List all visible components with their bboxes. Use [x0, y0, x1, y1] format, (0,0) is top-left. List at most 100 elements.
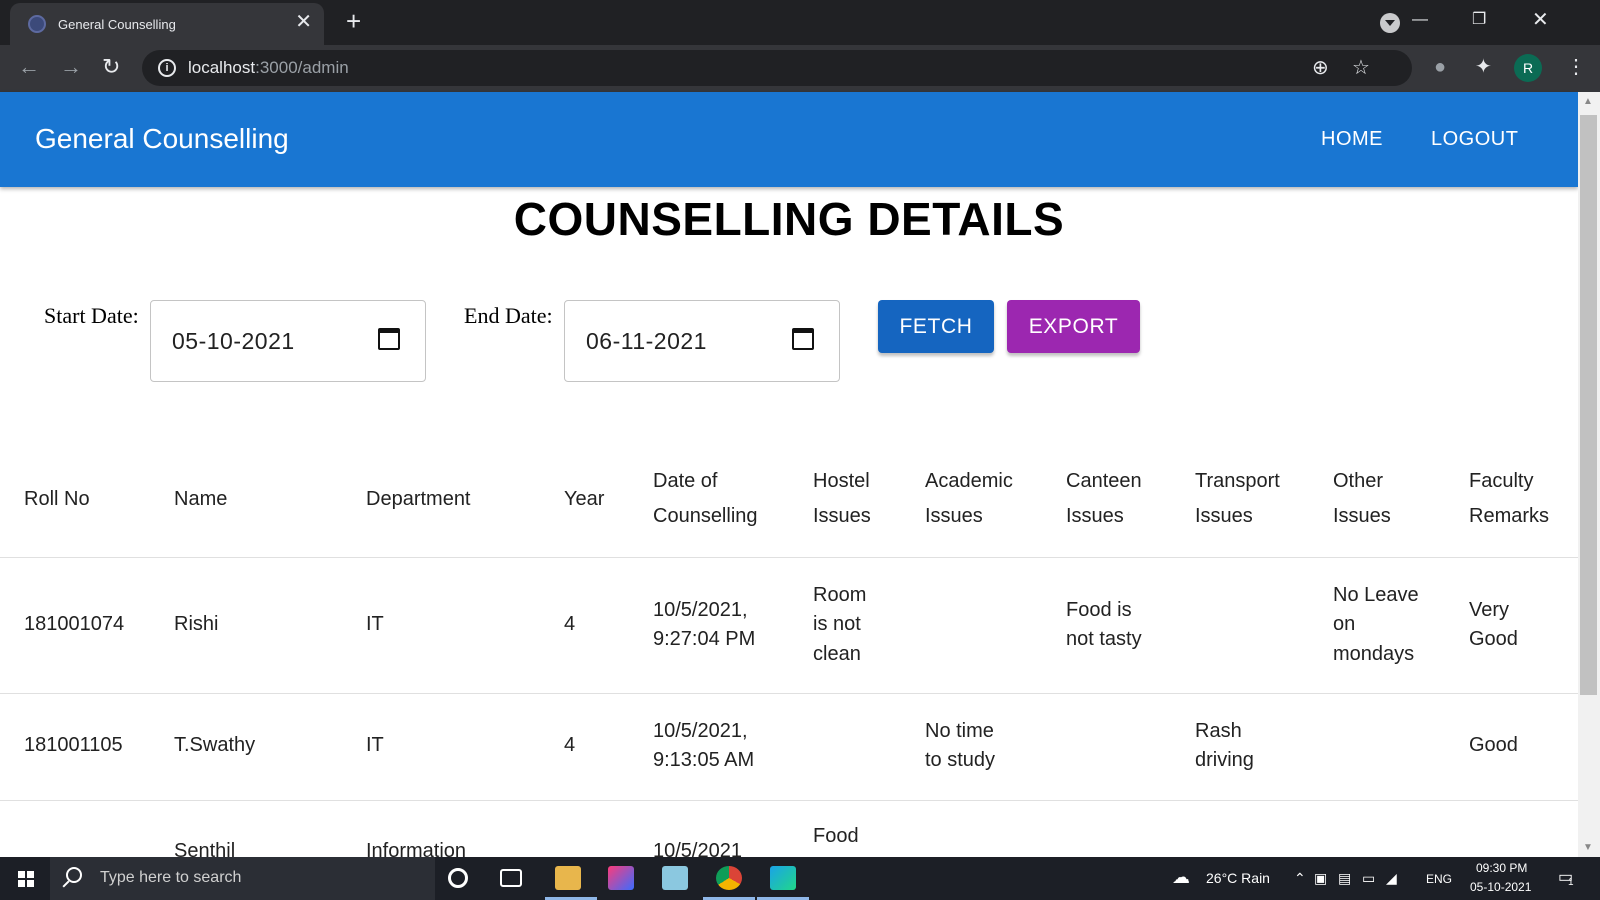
- nav-home-link[interactable]: HOME: [1321, 128, 1383, 151]
- cell-date-line1: 10/5/2021,: [653, 720, 748, 742]
- start-date-label: Start Date:: [44, 303, 139, 328]
- col-header-transport-line1: Transport: [1195, 470, 1280, 492]
- cell-transport-line1: Rash: [1195, 720, 1242, 742]
- notepad-icon[interactable]: [662, 866, 688, 890]
- app-bar: General Counselling HOME LOGOUT: [0, 92, 1578, 187]
- col-header-transport-line2: Issues: [1195, 505, 1253, 527]
- clock-date[interactable]: 05-10-2021: [1470, 880, 1531, 894]
- cell-name: Rishi: [174, 613, 219, 635]
- language-indicator[interactable]: ENG: [1426, 872, 1452, 886]
- zoom-icon[interactable]: ⊕: [1312, 57, 1329, 79]
- tray-wifi-icon[interactable]: ◢: [1386, 870, 1397, 887]
- weather-text[interactable]: 26°C Rain: [1206, 870, 1270, 886]
- taskbar-search[interactable]: Type here to search: [50, 857, 435, 900]
- window-close-icon[interactable]: ✕: [1532, 10, 1549, 30]
- col-header-canteen-line1: Canteen: [1066, 470, 1142, 492]
- table-divider: [0, 800, 1578, 801]
- cell-transport-line2: driving: [1195, 749, 1254, 771]
- profile-avatar[interactable]: R: [1514, 54, 1542, 82]
- puzzle-extensions-icon[interactable]: ✦: [1475, 56, 1492, 78]
- cell-department: IT: [366, 613, 384, 635]
- notification-count: 1: [1568, 877, 1574, 888]
- end-date-value: 06-11-2021: [586, 328, 707, 354]
- calendar-icon[interactable]: [792, 328, 814, 350]
- start-date-value: 05-10-2021: [172, 328, 295, 354]
- col-header-roll: Roll No: [24, 488, 90, 510]
- file-explorer-icon[interactable]: [555, 866, 581, 890]
- tab-favicon-icon: [28, 15, 46, 33]
- col-header-date-line1: Date of: [653, 470, 718, 492]
- tab-title: General Counselling: [58, 17, 176, 32]
- forward-arrow-icon[interactable]: →: [60, 55, 82, 79]
- windows-taskbar: Type here to search ☁ 26°C Rain ⌃ ▣ ▤ ▭ …: [0, 857, 1600, 900]
- cell-year: 4: [564, 734, 576, 756]
- cell-canteen-line2: not tasty: [1066, 628, 1142, 650]
- col-header-academic-line1: Academic: [925, 470, 1013, 492]
- cell-other-line1: No Leave: [1333, 584, 1419, 606]
- col-header-year: Year: [564, 488, 605, 510]
- back-arrow-icon[interactable]: ←: [18, 55, 40, 79]
- tray-battery-icon[interactable]: ▭: [1362, 870, 1375, 887]
- scroll-down-arrow-icon[interactable]: ▼: [1583, 842, 1593, 853]
- new-tab-button[interactable]: +: [346, 8, 361, 34]
- webstorm-icon[interactable]: [770, 866, 796, 890]
- tray-chevron-icon[interactable]: ⌃: [1294, 870, 1306, 887]
- fetch-button[interactable]: FETCH: [878, 300, 994, 353]
- minimize-icon[interactable]: —: [1412, 10, 1428, 30]
- windows-start-icon[interactable]: [18, 871, 34, 887]
- url-path: :3000/admin: [255, 58, 349, 77]
- end-date-label: End Date:: [464, 303, 553, 328]
- cell-hostel-line3: clean: [813, 643, 861, 665]
- weather-cloud-icon[interactable]: ☁: [1172, 867, 1190, 888]
- scroll-up-arrow-icon[interactable]: ▲: [1583, 96, 1593, 107]
- clock-time[interactable]: 09:30 PM: [1476, 861, 1527, 875]
- col-header-canteen-line2: Issues: [1066, 505, 1124, 527]
- calendar-icon[interactable]: [378, 328, 400, 350]
- page-title: COUNSELLING DETAILS: [513, 193, 1065, 245]
- col-header-hostel-line1: Hostel: [813, 470, 870, 492]
- cell-roll: 181001105: [24, 734, 123, 756]
- site-info-icon[interactable]: i: [158, 59, 176, 77]
- tab-search-dropdown-icon[interactable]: [1380, 13, 1400, 33]
- tray-network-icon[interactable]: ▤: [1338, 870, 1351, 887]
- task-view-icon[interactable]: [500, 869, 522, 887]
- col-header-remarks-line2: Remarks: [1469, 505, 1550, 527]
- scrollbar-thumb[interactable]: [1580, 115, 1597, 695]
- intellij-icon[interactable]: [608, 866, 634, 890]
- chrome-icon[interactable]: [716, 866, 742, 890]
- reload-icon[interactable]: ↻: [102, 55, 120, 79]
- cell-remarks-line1: Very: [1469, 599, 1510, 621]
- cell-date-line1: 10/5/2021,: [653, 599, 748, 621]
- cell-hostel-line1: Room: [813, 584, 867, 606]
- col-header-remarks-line1: Faculty: [1469, 470, 1534, 492]
- cell-remarks: Good: [1469, 734, 1518, 756]
- browser-menu-icon[interactable]: ⋮: [1566, 56, 1586, 78]
- table-divider: [0, 693, 1578, 694]
- cell-academic-line1: No time: [925, 720, 994, 742]
- address-bar[interactable]: i localhost:3000/admin ⊕ ☆: [142, 50, 1412, 86]
- export-button[interactable]: EXPORT: [1007, 300, 1140, 353]
- cell-department: IT: [366, 734, 384, 756]
- cell-hostel-line1: Food: [813, 825, 859, 847]
- cell-date-line2: 9:13:05 AM: [653, 749, 755, 771]
- start-date-input[interactable]: 05-10-2021: [150, 300, 426, 382]
- url-text[interactable]: localhost:3000/admin: [188, 58, 349, 78]
- bookmark-star-icon[interactable]: ☆: [1352, 57, 1370, 79]
- col-header-department: Department: [366, 488, 471, 510]
- cortana-icon[interactable]: [448, 868, 468, 888]
- cell-name: T.Swathy: [174, 734, 256, 756]
- cell-other-line2: on: [1333, 613, 1356, 635]
- nav-logout-link[interactable]: LOGOUT: [1431, 128, 1518, 151]
- extension-icon[interactable]: ●: [1434, 56, 1446, 78]
- restore-icon[interactable]: ❐: [1472, 10, 1486, 30]
- cell-academic-line2: to study: [925, 749, 996, 771]
- table-divider: [0, 557, 1578, 558]
- taskbar-search-placeholder: Type here to search: [100, 869, 242, 886]
- tab-close-icon[interactable]: ✕: [295, 12, 312, 32]
- browser-tab[interactable]: General Counselling ✕: [10, 3, 324, 45]
- cell-canteen-line1: Food is: [1066, 599, 1132, 621]
- end-date-input[interactable]: 06-11-2021: [564, 300, 840, 382]
- browser-toolbar: ← → ↻ i localhost:3000/admin ⊕ ☆: [0, 45, 1600, 92]
- tray-meet-icon[interactable]: ▣: [1314, 870, 1327, 887]
- cell-other-line3: mondays: [1333, 643, 1415, 665]
